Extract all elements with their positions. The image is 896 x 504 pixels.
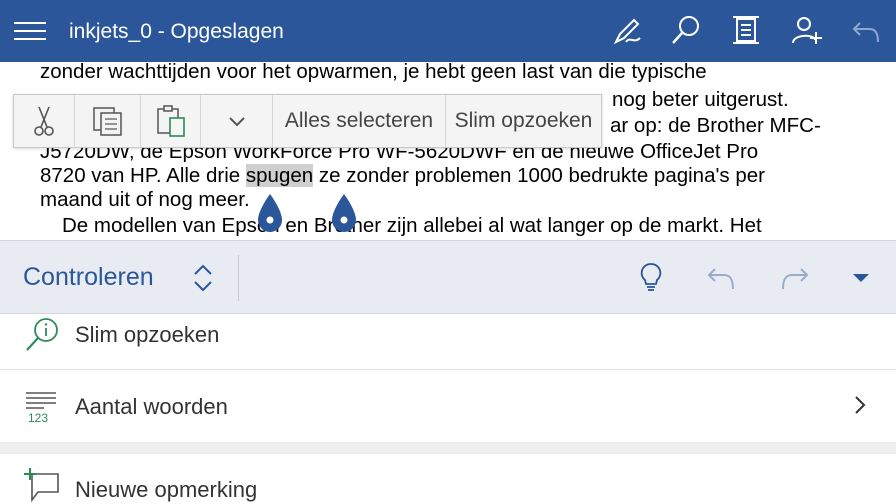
list-item-new-comment[interactable]: Nieuwe opmerking [0,454,896,504]
smart-lookup-menu-label: Slim opzoeken [454,109,593,132]
more-options-button[interactable] [201,95,273,147]
section-gap [0,442,896,454]
chevron-down-icon [228,117,245,127]
selection-context-menu: Alles selecteren Slim opzoeken [13,94,602,148]
doc-line-5: 8720 van HP. Alle drie spugen ze zonder … [40,164,765,188]
list-item-label: Aantal woorden [75,394,228,419]
layout-view-icon[interactable] [730,14,762,46]
word-count-icon: 123 [26,392,56,424]
svg-text:123: 123 [28,411,48,424]
cut-icon [34,106,54,136]
collapse-caret-icon[interactable] [846,263,876,293]
ribbon-tab-bar: Controleren [0,240,896,314]
search-icon[interactable] [670,14,702,46]
selection-end-handle[interactable] [331,194,357,234]
doc-text: ze zonder problemen 1000 bedrukte pagina… [313,164,765,187]
document-canvas[interactable]: zonder wachttijden voor het opwarmen, je… [0,62,896,240]
paste-icon [156,105,185,137]
tell-me-lightbulb-icon[interactable] [636,262,666,292]
chevron-right-icon [855,396,866,414]
doc-line-7: De modellen van Epson en Brother zijn al… [62,214,762,237]
list-item-smart-lookup[interactable]: Slim opzoeken [0,314,896,369]
doc-text: 8720 van HP. Alle drie [40,164,246,187]
undo-icon[interactable] [850,14,882,46]
selection-start-handle[interactable] [257,194,283,234]
selected-word[interactable]: spugen [245,164,314,187]
copy-button[interactable] [75,95,141,147]
smart-lookup-menu-button[interactable]: Slim opzoeken [446,95,601,147]
copy-icon [92,107,122,136]
share-person-icon[interactable] [790,14,822,46]
smart-lookup-icon [26,318,58,351]
doc-line-3-partial: ar op: de Brother MFC- [610,114,821,137]
select-all-button[interactable]: Alles selecteren [273,95,446,147]
doc-line-2-partial: nog beter uitgerust. [612,88,789,111]
list-item-label: Nieuwe opmerking [75,477,258,502]
paste-button[interactable] [141,95,201,147]
list-item-word-count[interactable]: 123 Aantal woorden [0,370,896,442]
pen-draw-icon[interactable] [612,14,644,46]
list-item-label: Slim opzoeken [75,322,220,347]
select-all-label: Alles selecteren [284,109,434,132]
document-title: inkjets_0 - Opgeslagen [69,20,284,43]
hamburger-menu-icon[interactable] [14,18,46,44]
cut-button[interactable] [14,95,75,147]
doc-line-1: zonder wachttijden voor het opwarmen, je… [40,62,707,83]
title-bar: inkjets_0 - Opgeslagen [0,0,896,62]
tab-switch-chevrons-icon[interactable] [188,263,218,293]
ribbon-redo-icon[interactable] [780,263,810,293]
ribbon-divider [238,255,239,301]
ribbon-undo-icon[interactable] [706,263,736,293]
doc-line-6: maand uit of nog meer. [40,188,250,211]
new-comment-icon [24,468,59,503]
ribbon-tab-label[interactable]: Controleren [23,263,154,292]
